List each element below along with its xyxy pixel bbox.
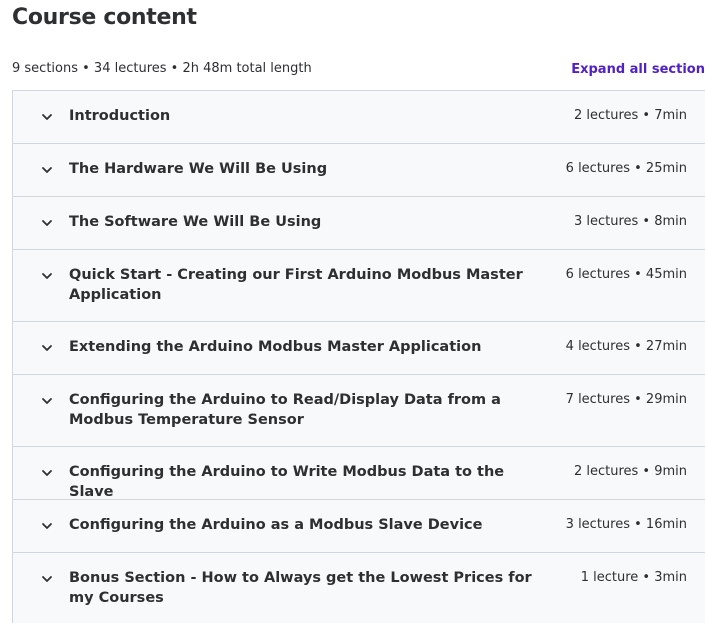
section-title: Configuring the Arduino to Write Modbus … [69,464,505,500]
section-item-7[interactable]: Configuring the Arduino to Write Modbus … [13,447,705,500]
section-meta: 1 lecture • 3min [580,570,687,585]
section-title: Configuring the Arduino as a Modbus Slav… [69,517,483,533]
section-meta: 3 lectures • 8min [573,214,687,229]
section-meta: 2 lectures • 9min [573,464,687,479]
section-item-3[interactable]: The Software We Will Be Using 3 lectures… [13,197,705,250]
section-title: Quick Start - Creating our First Arduino… [69,267,523,303]
chevron-down-icon [40,572,54,586]
section-item-4[interactable]: Quick Start - Creating our First Arduino… [13,250,705,322]
section-item-9[interactable]: Bonus Section - How to Always get the Lo… [13,553,705,623]
chevron-down-icon [40,216,54,230]
page-title: Course content [12,5,197,30]
section-item-2[interactable]: The Hardware We Will Be Using 6 lectures… [13,144,705,197]
section-title: The Hardware We Will Be Using [69,161,328,177]
chevron-down-icon [40,269,54,283]
section-title: Configuring the Arduino to Read/Display … [69,392,501,428]
chevron-down-icon [40,110,54,124]
chevron-down-icon [40,466,54,480]
section-meta: 7 lectures • 29min [565,392,687,407]
section-meta: 4 lectures • 27min [565,339,687,354]
section-title: Introduction [69,108,171,124]
section-title: Bonus Section - How to Always get the Lo… [69,570,532,606]
section-meta: 6 lectures • 45min [565,267,687,282]
section-meta: 6 lectures • 25min [565,161,687,176]
expand-all-sections-button[interactable]: Expand all section [571,62,705,77]
course-summary-row: 9 sections • 34 lectures • 2h 48m total … [12,61,705,79]
chevron-down-icon [40,519,54,533]
section-title: The Software We Will Be Using [69,214,322,230]
section-item-1[interactable]: Introduction 2 lectures • 7min [13,91,705,144]
chevron-down-icon [40,163,54,177]
section-item-5[interactable]: Extending the Arduino Modbus Master Appl… [13,322,705,375]
chevron-down-icon [40,341,54,355]
course-summary: 9 sections • 34 lectures • 2h 48m total … [12,61,312,76]
section-item-8[interactable]: Configuring the Arduino as a Modbus Slav… [13,500,705,553]
section-meta: 3 lectures • 16min [565,517,687,532]
section-meta: 2 lectures • 7min [573,108,687,123]
sections-list: Introduction 2 lectures • 7min The Hardw… [12,90,705,623]
section-title: Extending the Arduino Modbus Master Appl… [69,339,482,355]
chevron-down-icon [40,394,54,408]
section-item-6[interactable]: Configuring the Arduino to Read/Display … [13,375,705,447]
